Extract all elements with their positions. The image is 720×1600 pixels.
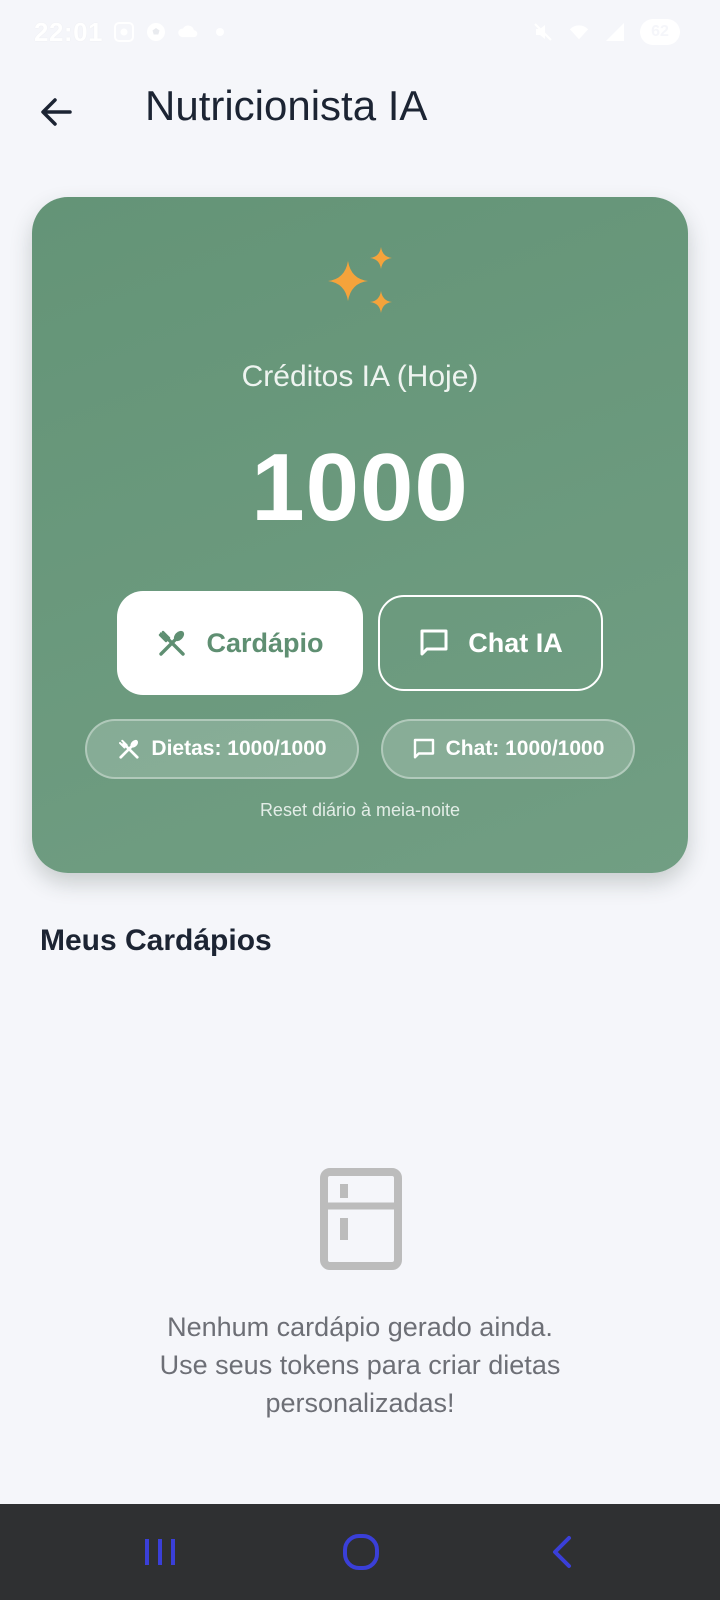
battery-icon: 62 bbox=[640, 19, 680, 45]
system-nav-bar bbox=[0, 1504, 720, 1600]
mute-icon bbox=[532, 21, 554, 43]
cloud-icon bbox=[177, 21, 199, 43]
chat-ia-button-label: Chat IA bbox=[468, 627, 563, 658]
notification-dot-icon bbox=[209, 21, 231, 43]
cardapio-button[interactable]: Cardápio bbox=[117, 591, 363, 695]
chat-credits-badge: Chat: 1000/1000 bbox=[381, 719, 635, 779]
recent-apps-icon bbox=[145, 1539, 175, 1565]
page-title: Nutricionista IA bbox=[145, 82, 428, 129]
status-bar: 22:01 62 bbox=[0, 0, 720, 64]
credits-value: 1000 bbox=[251, 434, 469, 541]
credits-label: Créditos IA (Hoje) bbox=[241, 360, 479, 393]
fork-knife-icon bbox=[119, 739, 140, 759]
system-back-button[interactable] bbox=[540, 1530, 584, 1574]
home-button[interactable] bbox=[339, 1530, 383, 1574]
status-bar-left: 22:01 bbox=[34, 17, 231, 48]
home-icon bbox=[343, 1534, 379, 1570]
chat-credits-label: Chat: 1000/1000 bbox=[445, 737, 605, 760]
empty-state-message: Nenhum cardápio gerado ainda. Use seus t… bbox=[60, 1308, 660, 1422]
dietas-credits-label: Dietas: 1000/1000 bbox=[151, 737, 327, 760]
empty-state-line-3: personalizadas! bbox=[265, 1388, 455, 1418]
empty-state-line-2: Use seus tokens para criar dietas bbox=[159, 1350, 561, 1380]
recent-apps-button[interactable] bbox=[138, 1530, 182, 1574]
arrow-left-icon bbox=[41, 98, 72, 126]
signal-icon bbox=[604, 21, 626, 43]
app-bar: Nutricionista IA bbox=[0, 64, 720, 154]
back-button[interactable] bbox=[28, 84, 84, 140]
back-icon bbox=[553, 1536, 571, 1568]
status-bar-right: 62 bbox=[532, 19, 680, 45]
wifi-icon bbox=[568, 21, 590, 43]
soccer-ball-icon bbox=[145, 21, 167, 43]
status-time: 22:01 bbox=[34, 16, 103, 47]
screen-record-icon bbox=[113, 21, 135, 43]
chat-bubble-icon bbox=[413, 738, 434, 759]
dietas-credits-badge: Dietas: 1000/1000 bbox=[85, 719, 359, 779]
cardapio-button-label: Cardápio bbox=[206, 627, 324, 658]
section-title: Meus Cardápios bbox=[40, 924, 272, 957]
reset-note: Reset diário à meia-noite bbox=[259, 800, 461, 820]
fork-knife-icon bbox=[159, 630, 186, 656]
chat-ia-button[interactable]: Chat IA bbox=[378, 595, 603, 691]
empty-state-line-1: Nenhum cardápio gerado ainda. bbox=[167, 1312, 553, 1342]
fridge-icon bbox=[320, 1168, 402, 1270]
sparkles-icon bbox=[328, 247, 392, 313]
credits-card: Créditos IA (Hoje) 1000 Cardápio Chat IA… bbox=[32, 197, 688, 873]
chat-bubble-icon bbox=[420, 629, 448, 656]
